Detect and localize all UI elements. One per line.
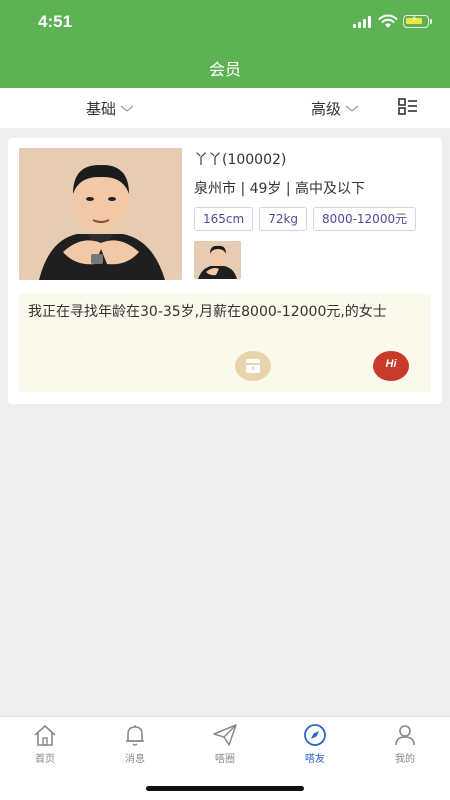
hi-label: Hi [385, 358, 397, 370]
cellular-signal-icon [353, 16, 372, 28]
tab-profile[interactable]: 我的 [375, 723, 435, 769]
wifi-icon [378, 14, 398, 28]
chevron-down-icon [345, 105, 359, 112]
chevron-down-icon [120, 105, 134, 112]
member-tags: 165cm 72kg 8000-12000元 [194, 207, 422, 231]
status-time: 4:51 [38, 12, 73, 31]
tab-friends[interactable]: 嗒友 [285, 723, 345, 769]
member-bio: 我正在寻找年龄在30-35岁,月薪在8000-12000元,的女士 Hi [19, 294, 431, 392]
filter-basic-dropdown[interactable]: 基础 [86, 98, 134, 119]
tab-home-label: 首页 [35, 754, 55, 765]
tab-friends-label: 嗒友 [305, 754, 325, 765]
member-photo-thumbnail[interactable] [194, 241, 241, 279]
filter-basic-label: 基础 [86, 100, 117, 118]
bio-text: 我正在寻找年龄在30-35岁,月薪在8000-12000元,的女士 [28, 304, 387, 320]
person-icon [395, 725, 415, 746]
tab-messages-label: 消息 [125, 754, 145, 765]
app-header: 4:51 ⚡ 会员 [0, 0, 450, 88]
height-tag: 165cm [194, 207, 254, 231]
battery-icon: ⚡ [403, 14, 432, 28]
gift-button[interactable] [235, 351, 271, 381]
tab-moments[interactable]: 嗒圈 [195, 723, 255, 769]
tab-moments-label: 嗒圈 [215, 754, 235, 765]
home-icon [34, 725, 56, 746]
filter-advanced-dropdown[interactable]: 高级 [311, 98, 359, 119]
member-photo[interactable] [19, 148, 182, 280]
bell-icon [126, 725, 144, 746]
page-title: 会员 [208, 60, 241, 79]
member-thumbnail-image [194, 241, 241, 279]
compass-icon [304, 724, 326, 746]
member-card[interactable]: 丫丫(100002) 泉州市 | 49岁 | 高中及以下 165cm 72kg … [8, 138, 442, 404]
member-meta: 泉州市 | 49岁 | 高中及以下 [194, 181, 366, 197]
gift-box-icon [246, 359, 260, 373]
tab-profile-label: 我的 [395, 754, 415, 765]
salary-tag: 8000-12000元 [313, 207, 417, 231]
filter-advanced-label: 高级 [311, 100, 342, 118]
filter-bar: 基础 高级 [0, 88, 450, 128]
member-name: 丫丫(100002) [194, 152, 287, 168]
list-layout-icon[interactable] [398, 98, 418, 116]
weight-tag: 72kg [259, 207, 308, 231]
tab-home[interactable]: 首页 [15, 723, 75, 769]
paper-plane-icon [213, 724, 237, 746]
status-bar: 4:51 ⚡ [0, 0, 450, 44]
home-indicator [146, 786, 304, 791]
tab-messages[interactable]: 消息 [105, 723, 165, 769]
member-portrait-image [19, 148, 182, 280]
say-hi-button[interactable]: Hi [373, 351, 409, 381]
